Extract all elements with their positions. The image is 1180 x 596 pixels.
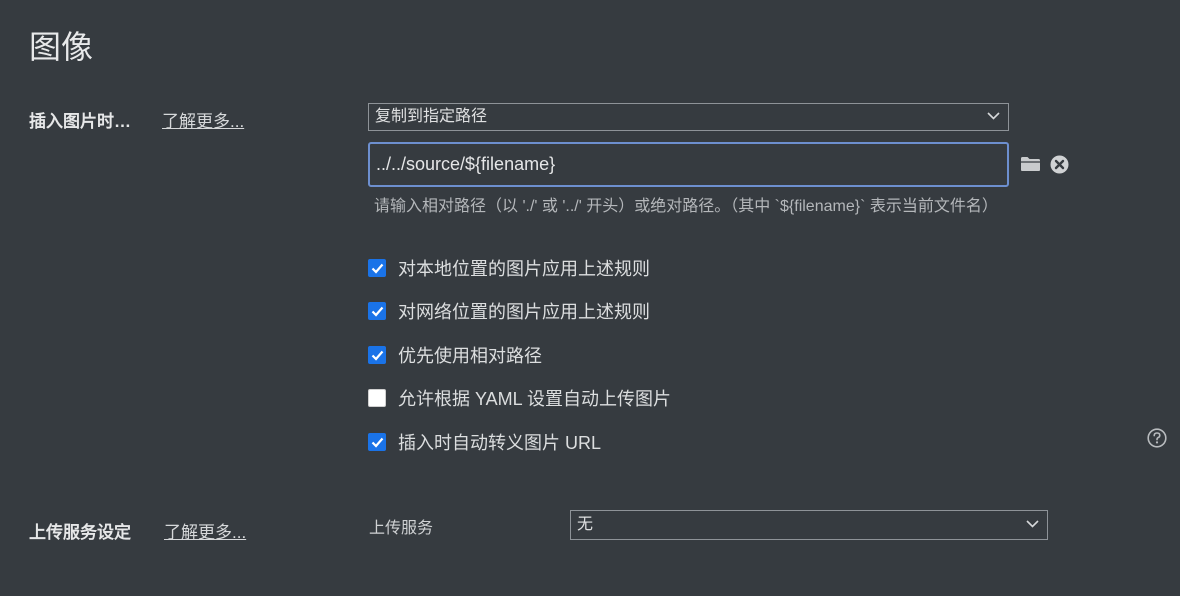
option-label: 优先使用相对路径 bbox=[398, 346, 542, 366]
image-path-input[interactable] bbox=[368, 142, 1009, 187]
upload-service-select[interactable]: 无 bbox=[570, 510, 1048, 540]
option-apply-network[interactable]: 对网络位置的图片应用上述规则 bbox=[368, 298, 650, 324]
insert-image-label: 插入图片时… bbox=[29, 112, 131, 131]
chevron-down-icon bbox=[1026, 520, 1039, 528]
clear-circle-icon[interactable] bbox=[1050, 155, 1069, 174]
check-icon bbox=[371, 437, 383, 448]
option-escape-url[interactable]: 插入时自动转义图片 URL bbox=[368, 429, 601, 455]
page-title: 图像 bbox=[29, 29, 94, 65]
upload-service-label: 上传服务 bbox=[369, 520, 434, 537]
check-icon bbox=[371, 306, 383, 317]
folder-icon[interactable] bbox=[1020, 156, 1041, 172]
option-label: 允许根据 YAML 设置自动上传图片 bbox=[398, 389, 672, 409]
option-label: 插入时自动转义图片 URL bbox=[398, 433, 602, 453]
checkbox[interactable] bbox=[368, 346, 386, 364]
check-icon bbox=[371, 263, 383, 274]
option-label: 对本地位置的图片应用上述规则 bbox=[398, 259, 650, 279]
option-yaml-upload[interactable]: 允许根据 YAML 设置自动上传图片 bbox=[368, 385, 671, 411]
checkbox[interactable] bbox=[368, 259, 386, 277]
insert-action-select[interactable]: 复制到指定路径 bbox=[368, 103, 1009, 131]
path-hint-text: 请输入相对路径（以 './' 或 '../' 开头）或绝对路径。（其中 `${f… bbox=[374, 198, 998, 215]
help-circle-icon[interactable] bbox=[1147, 428, 1167, 448]
insert-action-select-value: 复制到指定路径 bbox=[375, 108, 488, 125]
option-apply-local[interactable]: 对本地位置的图片应用上述规则 bbox=[368, 255, 650, 281]
upload-learn-more-link[interactable]: 了解更多... bbox=[164, 518, 246, 543]
insert-learn-more-link[interactable]: 了解更多... bbox=[162, 107, 244, 132]
checkbox[interactable] bbox=[368, 389, 386, 407]
checkbox[interactable] bbox=[368, 433, 386, 451]
checkbox[interactable] bbox=[368, 302, 386, 320]
chevron-down-icon bbox=[987, 112, 1000, 120]
option-label: 对网络位置的图片应用上述规则 bbox=[398, 302, 650, 322]
upload-service-select-value: 无 bbox=[577, 516, 594, 533]
option-prefer-relative[interactable]: 优先使用相对路径 bbox=[368, 342, 542, 368]
upload-service-settings-label: 上传服务设定 bbox=[29, 523, 131, 542]
check-icon bbox=[371, 350, 383, 361]
